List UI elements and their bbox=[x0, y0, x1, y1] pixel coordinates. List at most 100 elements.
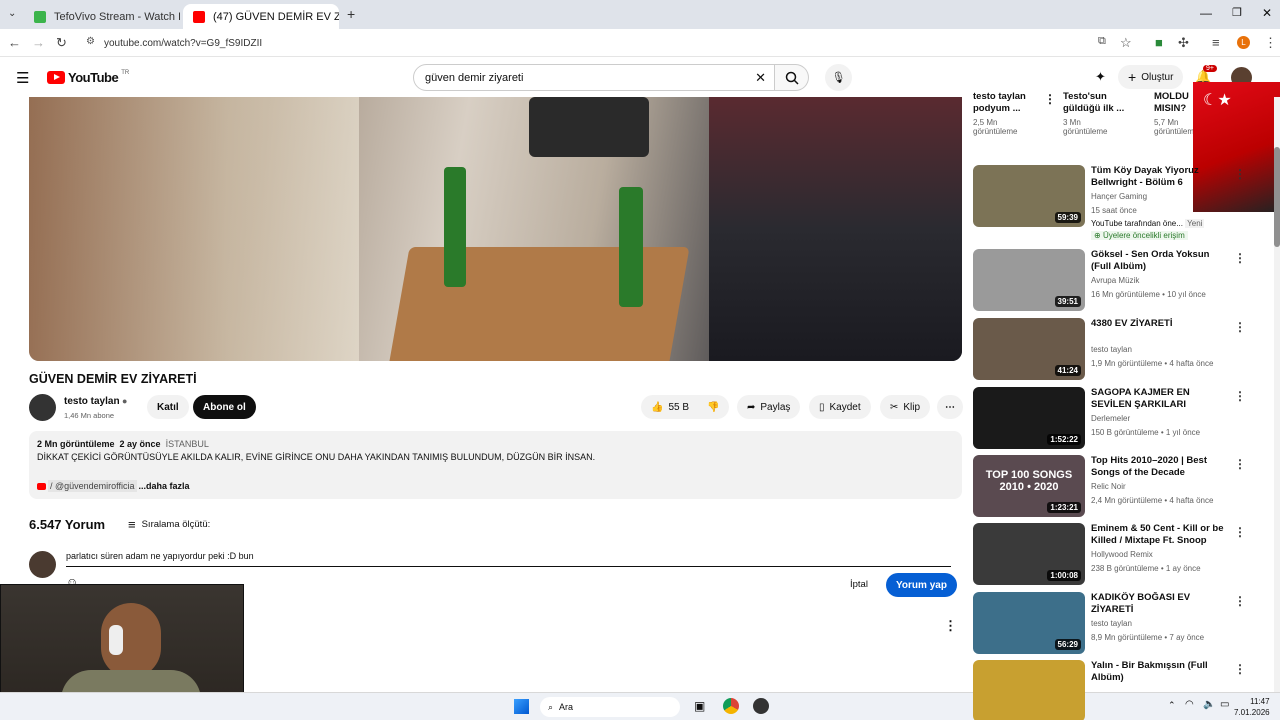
reload-icon[interactable]: ↻ bbox=[56, 35, 67, 51]
url-field[interactable]: ⚙ youtube.com/watch?v=G9_fS9IDZII bbox=[80, 32, 1140, 54]
show-more-link[interactable]: ...daha fazla bbox=[139, 481, 190, 491]
video-thumbnail[interactable]: 59:39 bbox=[973, 165, 1085, 227]
sidebar-more-icon[interactable]: ⋮ bbox=[1234, 251, 1246, 265]
extensions-puzzle-icon[interactable]: ✣ bbox=[1178, 35, 1189, 51]
comment-input[interactable]: parlatıcı süren adam ne yapıyordur peki … bbox=[66, 551, 951, 567]
save-label: Kaydet bbox=[829, 401, 861, 413]
video-thumbnail[interactable]: 1:52:22 bbox=[973, 387, 1085, 449]
restore-icon[interactable]: ❐ bbox=[1232, 6, 1242, 19]
minimize-icon[interactable]: — bbox=[1200, 6, 1212, 20]
tab-tefovivo[interactable]: TefoVivo Stream - Watch Live o ✕ bbox=[24, 4, 180, 29]
page-scrollbar[interactable] bbox=[1274, 97, 1280, 692]
youtube-logo[interactable]: YouTube TR bbox=[47, 70, 129, 85]
cast-icon[interactable]: ✦ bbox=[1095, 69, 1106, 85]
sidebar-channel[interactable]: testo taylan bbox=[1091, 619, 1132, 628]
site-info-icon[interactable]: ⚙ bbox=[86, 36, 95, 47]
video-thumbnail[interactable]: 41:24 bbox=[973, 318, 1085, 380]
sidebar-channel[interactable]: Derlemeler bbox=[1091, 414, 1130, 423]
subscribe-button[interactable]: Abone ol bbox=[193, 395, 256, 419]
extension-icon[interactable]: ■ bbox=[1155, 35, 1163, 50]
forward-icon[interactable]: → bbox=[32, 35, 45, 50]
partial-title: testo taylan podyum ... bbox=[973, 91, 1026, 114]
sidebar-more-icon[interactable]: ⋮ bbox=[1234, 662, 1246, 676]
top-partial-video[interactable]: MOLDU MISIN? 5,7 Mn görüntüleme bbox=[1154, 91, 1198, 136]
partial-more-icon[interactable]: ⋮ bbox=[1044, 92, 1056, 106]
create-button[interactable]: + Oluştur bbox=[1118, 65, 1184, 89]
video-player[interactable] bbox=[29, 97, 962, 361]
chrome-taskbar-icon[interactable] bbox=[723, 698, 739, 714]
install-icon[interactable]: ⧉ bbox=[1098, 35, 1106, 48]
search-input[interactable]: güven demir ziyareti ✕ bbox=[413, 64, 775, 91]
video-thumbnail[interactable] bbox=[973, 660, 1085, 720]
description-link-row: / @güvendemirofficia ...daha fazla bbox=[37, 480, 954, 492]
sidebar-channel[interactable]: Relic Noir bbox=[1091, 482, 1126, 491]
join-button[interactable]: Katıl bbox=[147, 395, 189, 419]
cancel-comment-button[interactable]: İptal bbox=[850, 579, 868, 590]
dislike-button[interactable]: 👎 bbox=[697, 395, 730, 419]
description-box[interactable]: 2 Mn görüntüleme 2 ay önce İSTANBUL DİKK… bbox=[29, 431, 962, 499]
reading-list-icon[interactable]: ≡ bbox=[1212, 35, 1220, 50]
sidebar-video[interactable]: 41:24 4380 EV ZİYARETİ testo taylan 1,9 Mn … bbox=[973, 318, 1273, 382]
sidebar-video[interactable]: 1:52:22 SAGOPA KAJMER EN SEVİLEN ŞARKILAR… bbox=[973, 387, 1273, 451]
sidebar-channel[interactable]: Hançer Gaming bbox=[1091, 192, 1147, 201]
video-frame-bottle bbox=[619, 187, 643, 307]
video-thumbnail[interactable]: 1:00:08 bbox=[973, 523, 1085, 585]
close-window-icon[interactable]: ✕ bbox=[1262, 6, 1272, 20]
video-thumbnail[interactable]: TOP 100 SONGS 2010 • 2020 1:23:21 bbox=[973, 455, 1085, 517]
search-query: güven demir ziyareti bbox=[425, 71, 524, 84]
video-frame-table bbox=[388, 247, 690, 361]
sidebar-more-icon[interactable]: ⋮ bbox=[1234, 594, 1246, 608]
channel-avatar[interactable] bbox=[29, 394, 56, 421]
partial-title: MOLDU MISIN? bbox=[1154, 91, 1189, 114]
channel-link[interactable]: / @güvendemirofficia bbox=[48, 480, 137, 492]
address-bar: ← → ↻ ⚙ youtube.com/watch?v=G9_fS9IDZII … bbox=[0, 29, 1280, 57]
sidebar-video[interactable]: Yalın - Bir Bakmışsın (Full Albüm) ⋮ bbox=[973, 660, 1273, 720]
comment-more-icon[interactable]: ⋮ bbox=[944, 618, 957, 634]
sidebar-channel[interactable]: testo taylan bbox=[1091, 345, 1132, 354]
location-tag[interactable]: İSTANBUL bbox=[166, 439, 209, 449]
sidebar-more-icon[interactable]: ⋮ bbox=[1234, 525, 1246, 539]
windows-start-icon[interactable] bbox=[514, 699, 529, 714]
share-button[interactable]: ➦ Paylaş bbox=[737, 395, 801, 419]
top-partial-video[interactable]: testo taylan podyum ... 2,5 Mn görüntüle… bbox=[973, 91, 1048, 136]
sidebar-channel[interactable]: Hollywood Remix bbox=[1091, 550, 1153, 559]
duration-badge: 1:00:08 bbox=[1047, 570, 1081, 581]
task-view-icon[interactable]: ▣ bbox=[694, 699, 705, 713]
like-button[interactable]: 👍 55 B bbox=[641, 395, 700, 419]
sidebar-extra: YouTube tarafından öne... Yeni bbox=[1091, 219, 1205, 228]
submit-comment-button[interactable]: Yorum yap bbox=[886, 573, 957, 597]
new-tab-icon[interactable]: + bbox=[347, 6, 355, 22]
sidebar-video[interactable]: 39:51 Göksel - Sen Orda Yoksun (Full Albü… bbox=[973, 249, 1273, 313]
sidebar-channel[interactable]: Avrupa Müzik bbox=[1091, 276, 1139, 285]
scrollbar-thumb[interactable] bbox=[1274, 147, 1280, 247]
sidebar-video[interactable]: 1:00:08 Eminem & 50 Cent - Kill or be Kil… bbox=[973, 523, 1273, 587]
search-button[interactable] bbox=[775, 64, 809, 91]
tab-list-chevron-icon[interactable]: ⌄ bbox=[8, 8, 16, 19]
bookmark-star-icon[interactable]: ☆ bbox=[1120, 35, 1132, 51]
top-partial-video[interactable]: Testo'sun güldüğü ilk ... 3 Mn görüntüle… bbox=[1063, 91, 1133, 136]
sidebar-video-title: SAGOPA KAJMER EN SEVİLEN ŞARKILARI bbox=[1091, 387, 1190, 410]
tab-youtube[interactable]: (47) GÜVEN DEMİR EV ZİYA 🔊 ✕ bbox=[183, 4, 339, 29]
profile-avatar[interactable]: L bbox=[1237, 36, 1250, 49]
sidebar-video[interactable]: 59:39 Tüm Köy Dayak Yiyoruz Bellwright - … bbox=[973, 165, 1273, 240]
sidebar-video[interactable]: 56:29 KADIKÖY BOĞASI EV ZİYARETİ testo tay… bbox=[973, 592, 1273, 656]
clear-search-icon[interactable]: ✕ bbox=[755, 70, 766, 86]
channel-name[interactable]: testo taylan bbox=[64, 396, 120, 407]
hamburger-menu-icon[interactable]: ☰ bbox=[16, 69, 29, 87]
sidebar-more-icon[interactable]: ⋮ bbox=[1234, 457, 1246, 471]
browser-menu-icon[interactable]: ⋮ bbox=[1264, 35, 1277, 51]
sidebar-more-icon[interactable]: ⋮ bbox=[1234, 167, 1246, 181]
save-button[interactable]: ▯ Kaydet bbox=[809, 395, 871, 419]
clip-button[interactable]: ✂ Klip bbox=[880, 395, 931, 419]
app-taskbar-icon[interactable] bbox=[753, 698, 769, 714]
video-thumbnail[interactable]: 56:29 bbox=[973, 592, 1085, 654]
back-icon[interactable]: ← bbox=[8, 35, 21, 50]
sidebar-more-icon[interactable]: ⋮ bbox=[1234, 389, 1246, 403]
more-actions-button[interactable]: ⋯ bbox=[937, 395, 963, 419]
video-thumbnail[interactable]: 39:51 bbox=[973, 249, 1085, 311]
sidebar-video[interactable]: TOP 100 SONGS 2010 • 2020 1:23:21 Top Hits… bbox=[973, 455, 1273, 519]
sidebar-more-icon[interactable]: ⋮ bbox=[1234, 320, 1246, 334]
taskbar-search[interactable]: ⌕ Ara bbox=[540, 697, 680, 717]
voice-search-button[interactable]: 🎙 bbox=[825, 64, 852, 91]
sort-button[interactable]: ≡ Sıralama ölçütü: bbox=[128, 517, 210, 532]
